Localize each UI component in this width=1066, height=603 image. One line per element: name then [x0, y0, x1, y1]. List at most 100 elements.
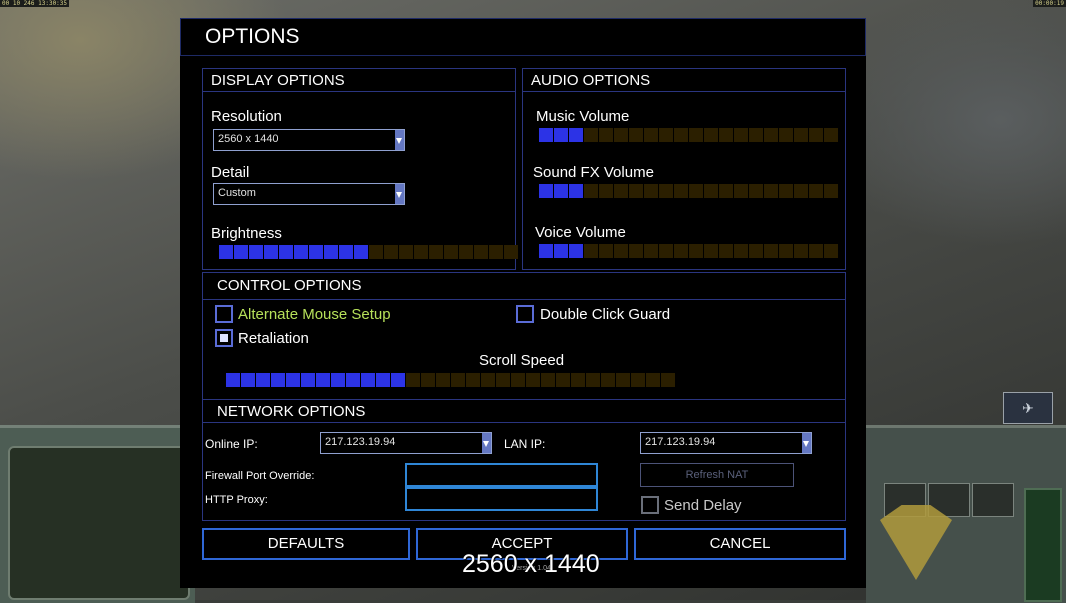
slider-segment[interactable]	[324, 245, 338, 259]
send-delay-checkbox[interactable]	[641, 496, 659, 514]
slider-segment[interactable]	[584, 128, 598, 142]
slider-segment[interactable]	[704, 184, 718, 198]
slider-segment[interactable]	[414, 245, 428, 259]
slider-segment[interactable]	[286, 373, 300, 387]
slider-segment[interactable]	[659, 128, 673, 142]
slider-segment[interactable]	[294, 245, 308, 259]
brightness-slider[interactable]	[219, 245, 518, 259]
slider-segment[interactable]	[496, 373, 510, 387]
slider-segment[interactable]	[644, 244, 658, 258]
slider-segment[interactable]	[406, 373, 420, 387]
slider-segment[interactable]	[444, 245, 458, 259]
slider-segment[interactable]	[794, 244, 808, 258]
slider-segment[interactable]	[704, 244, 718, 258]
slider-segment[interactable]	[429, 245, 443, 259]
slider-segment[interactable]	[719, 244, 733, 258]
slider-segment[interactable]	[659, 244, 673, 258]
slider-segment[interactable]	[219, 245, 233, 259]
slider-segment[interactable]	[614, 244, 628, 258]
slider-segment[interactable]	[451, 373, 465, 387]
slider-segment[interactable]	[539, 244, 553, 258]
slider-segment[interactable]	[779, 128, 793, 142]
slider-segment[interactable]	[794, 184, 808, 198]
slider-segment[interactable]	[271, 373, 285, 387]
slider-segment[interactable]	[554, 244, 568, 258]
slider-segment[interactable]	[674, 184, 688, 198]
slider-segment[interactable]	[614, 128, 628, 142]
slider-segment[interactable]	[554, 184, 568, 198]
slider-segment[interactable]	[301, 373, 315, 387]
slider-segment[interactable]	[599, 184, 613, 198]
slider-segment[interactable]	[629, 128, 643, 142]
http-proxy-input[interactable]	[405, 487, 598, 511]
slider-segment[interactable]	[749, 244, 763, 258]
slider-segment[interactable]	[399, 245, 413, 259]
slider-segment[interactable]	[704, 128, 718, 142]
online-ip-dropdown[interactable]: 217.123.19.94	[320, 432, 492, 454]
slider-segment[interactable]	[674, 244, 688, 258]
slider-segment[interactable]	[734, 184, 748, 198]
slider-segment[interactable]	[809, 184, 823, 198]
slider-segment[interactable]	[599, 128, 613, 142]
slider-segment[interactable]	[226, 373, 240, 387]
slider-segment[interactable]	[256, 373, 270, 387]
slider-segment[interactable]	[504, 245, 518, 259]
double-click-guard-label[interactable]: Double Click Guard	[540, 306, 670, 323]
slider-segment[interactable]	[571, 373, 585, 387]
slider-segment[interactable]	[384, 245, 398, 259]
detail-dropdown[interactable]: Custom	[213, 183, 405, 205]
slider-segment[interactable]	[554, 128, 568, 142]
lan-ip-dropdown[interactable]: 217.123.19.94	[640, 432, 812, 454]
slider-segment[interactable]	[749, 128, 763, 142]
slider-segment[interactable]	[631, 373, 645, 387]
cancel-button[interactable]: CANCEL	[634, 528, 846, 560]
slider-segment[interactable]	[539, 184, 553, 198]
slider-segment[interactable]	[331, 373, 345, 387]
slider-segment[interactable]	[584, 184, 598, 198]
slider-segment[interactable]	[249, 245, 263, 259]
slider-segment[interactable]	[526, 373, 540, 387]
slider-segment[interactable]	[234, 245, 248, 259]
slider-segment[interactable]	[339, 245, 353, 259]
build-slot-3[interactable]	[972, 483, 1014, 517]
alternate-mouse-checkbox[interactable]	[215, 305, 233, 323]
slider-segment[interactable]	[764, 184, 778, 198]
firewall-port-input[interactable]	[405, 463, 598, 487]
slider-segment[interactable]	[689, 128, 703, 142]
slider-segment[interactable]	[354, 245, 368, 259]
chevron-down-icon[interactable]	[482, 433, 491, 453]
slider-segment[interactable]	[474, 245, 488, 259]
slider-segment[interactable]	[824, 184, 838, 198]
slider-segment[interactable]	[764, 244, 778, 258]
slider-segment[interactable]	[689, 244, 703, 258]
slider-segment[interactable]	[599, 244, 613, 258]
slider-segment[interactable]	[421, 373, 435, 387]
slider-segment[interactable]	[614, 184, 628, 198]
slider-segment[interactable]	[569, 184, 583, 198]
slider-segment[interactable]	[569, 244, 583, 258]
slider-segment[interactable]	[481, 373, 495, 387]
slider-segment[interactable]	[809, 244, 823, 258]
slider-segment[interactable]	[809, 128, 823, 142]
sound-fx-volume-slider[interactable]	[539, 184, 838, 198]
slider-segment[interactable]	[719, 184, 733, 198]
slider-segment[interactable]	[734, 128, 748, 142]
chevron-down-icon[interactable]	[802, 433, 811, 453]
defaults-button[interactable]: DEFAULTS	[202, 528, 410, 560]
music-volume-slider[interactable]	[539, 128, 838, 142]
slider-segment[interactable]	[264, 245, 278, 259]
slider-segment[interactable]	[794, 128, 808, 142]
slider-segment[interactable]	[674, 128, 688, 142]
slider-segment[interactable]	[489, 245, 503, 259]
voice-volume-slider[interactable]	[539, 244, 838, 258]
slider-segment[interactable]	[584, 244, 598, 258]
retaliation-checkbox[interactable]	[215, 329, 233, 347]
slider-segment[interactable]	[241, 373, 255, 387]
slider-segment[interactable]	[689, 184, 703, 198]
slider-segment[interactable]	[824, 244, 838, 258]
unit-portrait-icon[interactable]: ✈	[1003, 392, 1053, 424]
slider-segment[interactable]	[764, 128, 778, 142]
slider-segment[interactable]	[316, 373, 330, 387]
slider-segment[interactable]	[779, 244, 793, 258]
slider-segment[interactable]	[734, 244, 748, 258]
